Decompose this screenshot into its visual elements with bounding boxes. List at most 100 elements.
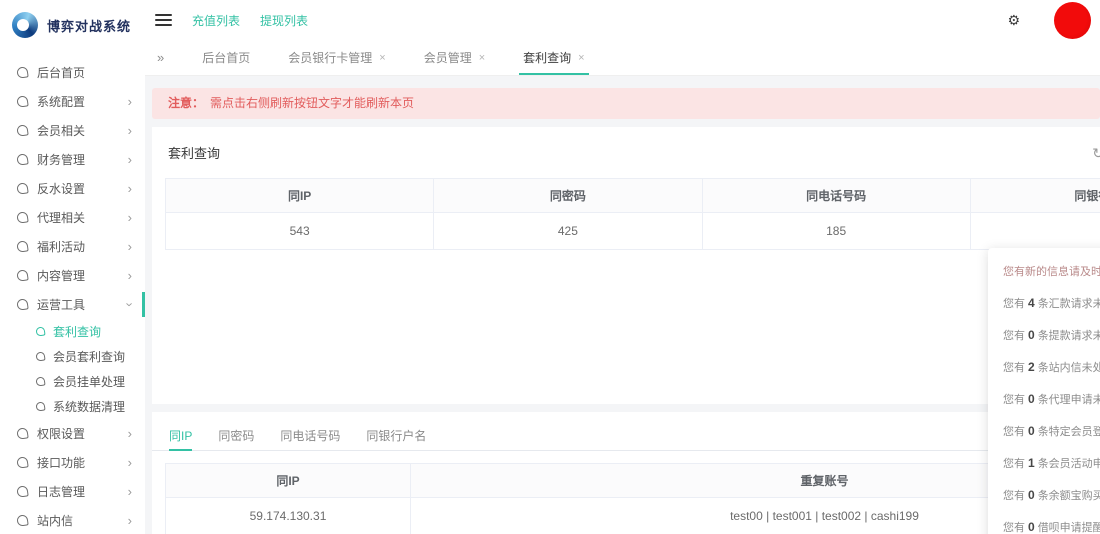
- sidebar-subitem-label: 会员挂单处理: [53, 373, 145, 390]
- bubble-icon: [16, 66, 28, 78]
- notification-item[interactable]: 您有0条余额宝购买提醒: [1003, 487, 1100, 503]
- tab-arbitrage-query[interactable]: 套利查询 ×: [523, 40, 584, 75]
- tab-scroll-icon[interactable]: »: [157, 50, 164, 65]
- notification-count: 0: [1028, 392, 1035, 406]
- tab-member-manage[interactable]: 会员管理 ×: [424, 40, 485, 75]
- sidebar-menu: 后台首页 系统配置 › 会员相关 › 财务管理 › 反水设置 ›: [0, 50, 145, 534]
- notification-count: 0: [1028, 488, 1035, 502]
- tab-label: 后台首页: [202, 49, 250, 66]
- table-row: 59.174.130.31 test00 | test001 | test002…: [166, 497, 1100, 534]
- close-icon[interactable]: ×: [479, 52, 485, 64]
- arbitrage-detail-card: 同IP 同密码 同电话号码 同银行户名 同IP 重复账号 59.174.130.…: [152, 412, 1100, 534]
- bubble-icon: [35, 326, 45, 336]
- sidebar-item-site-message[interactable]: 站内信 ›: [0, 506, 145, 534]
- sidebar-item-label: 内容管理: [37, 267, 128, 284]
- notification-header: 您有新的信息请及时处理: [1003, 263, 1100, 279]
- bubble-icon: [16, 240, 28, 252]
- detail-table-header-row: 同IP 重复账号: [166, 464, 1100, 497]
- bubble-icon: [35, 376, 45, 386]
- notice-banner: 注意：需点击右侧刷新按钮文字才能刷新本页: [152, 88, 1100, 119]
- sidebar-item-system-config[interactable]: 系统配置 ›: [0, 87, 145, 116]
- tab-dashboard[interactable]: 后台首页: [202, 40, 250, 75]
- chevron-right-icon: ›: [128, 485, 132, 498]
- tab-member-bankcard[interactable]: 会员银行卡管理 ×: [288, 40, 385, 75]
- sidebar-item-label: 日志管理: [37, 483, 128, 500]
- notification-item[interactable]: 您有4条汇款请求未处理: [1003, 295, 1100, 311]
- gear-icon[interactable]: ⚙: [1007, 13, 1020, 27]
- notification-item[interactable]: 您有0条提款请求未处理: [1003, 327, 1100, 343]
- sidebar-item-member-related[interactable]: 会员相关 ›: [0, 116, 145, 145]
- recharge-list-link[interactable]: 充值列表: [192, 12, 240, 29]
- chevron-right-icon: ›: [128, 124, 132, 137]
- avatar[interactable]: [1054, 2, 1091, 39]
- column-header-ip: 同IP: [166, 464, 411, 497]
- sidebar-item-finance[interactable]: 财务管理 ›: [0, 145, 145, 174]
- detail-tab-same-ip[interactable]: 同IP: [169, 420, 192, 450]
- sidebar-item-rebate[interactable]: 反水设置 ›: [0, 174, 145, 203]
- ip-cell: 59.174.130.31: [166, 498, 411, 534]
- sidebar-subitem-label: 会员套利查询: [53, 348, 145, 365]
- brand-logo-icon: [12, 12, 38, 38]
- sidebar-subitem-label: 套利查询: [53, 323, 145, 340]
- bubble-icon: [16, 427, 28, 439]
- brand-title: 博弈对战系统: [47, 16, 131, 35]
- notification-item[interactable]: 您有0条代理申请未处理: [1003, 391, 1100, 407]
- sidebar-item-label: 系统配置: [37, 93, 128, 110]
- sidebar-item-welfare[interactable]: 福利活动 ›: [0, 232, 145, 261]
- sidebar-item-permission[interactable]: 权限设置 ›: [0, 419, 145, 448]
- sidebar-item-operation-tools[interactable]: 运营工具 ›: [0, 290, 145, 319]
- bubble-icon: [16, 485, 28, 497]
- bubble-icon: [16, 456, 28, 468]
- notification-item[interactable]: 您有1条会员活动申请: [1003, 455, 1100, 471]
- chevron-right-icon: ›: [128, 456, 132, 469]
- bubble-icon: [16, 269, 28, 281]
- notice-prefix: 注意：: [168, 96, 204, 110]
- detail-tab-same-bank-name[interactable]: 同银行户名: [366, 420, 426, 450]
- chevron-down-icon: ›: [123, 302, 136, 306]
- sidebar-item-agent[interactable]: 代理相关 ›: [0, 203, 145, 232]
- chevron-right-icon: ›: [128, 182, 132, 195]
- detail-tab-same-phone[interactable]: 同电话号码: [280, 420, 340, 450]
- sidebar-subitem-member-order-handle[interactable]: 会员挂单处理: [0, 369, 145, 394]
- detail-table: 同IP 重复账号 59.174.130.31 test00 | test001 …: [165, 463, 1100, 534]
- chevron-right-icon: ›: [128, 95, 132, 108]
- close-icon[interactable]: ×: [578, 52, 584, 64]
- sidebar-item-label: 运营工具: [37, 296, 128, 313]
- summary-table: 同IP 同密码 同电话号码 同银行户名 543 425 185 0: [165, 178, 1100, 250]
- column-header: 同IP: [166, 179, 434, 212]
- notification-item[interactable]: 您有0条特定会员登录提醒: [1003, 423, 1100, 439]
- arbitrage-summary-card: 套利查询 ↻ 同IP 同密码 同电话号码 同银行户名 543 425 185 0: [152, 127, 1100, 404]
- brand: 博弈对战系统: [0, 0, 145, 50]
- sidebar-item-log[interactable]: 日志管理 ›: [0, 477, 145, 506]
- sidebar-item-label: 后台首页: [37, 64, 132, 81]
- notification-item[interactable]: 您有2条站内信未处理: [1003, 359, 1100, 375]
- notification-item[interactable]: 您有0借呗申请提醒: [1003, 519, 1100, 534]
- sidebar-item-label: 接口功能: [37, 454, 128, 471]
- detail-tab-same-password[interactable]: 同密码: [218, 420, 254, 450]
- sidebar-item-dashboard[interactable]: 后台首页: [0, 58, 145, 87]
- hamburger-menu-icon[interactable]: [155, 11, 172, 29]
- bubble-icon: [16, 514, 28, 526]
- summary-table-value-row: 543 425 185 0: [166, 212, 1100, 249]
- sidebar-item-api[interactable]: 接口功能 ›: [0, 448, 145, 477]
- sidebar-subitem-member-arbitrage-query[interactable]: 会员套利查询: [0, 344, 145, 369]
- bubble-icon: [35, 351, 45, 361]
- sidebar-item-label: 福利活动: [37, 238, 128, 255]
- sidebar-subitem-system-data-clean[interactable]: 系统数据清理: [0, 394, 145, 419]
- sidebar-subitem-arbitrage-query[interactable]: 套利查询: [0, 319, 145, 344]
- bubble-icon: [35, 401, 45, 411]
- close-icon[interactable]: ×: [379, 52, 385, 64]
- chevron-right-icon: ›: [128, 153, 132, 166]
- bubble-icon: [16, 298, 28, 310]
- bubble-icon: [16, 95, 28, 107]
- detail-tabs: 同IP 同密码 同电话号码 同银行户名: [152, 420, 1100, 451]
- sidebar-item-content[interactable]: 内容管理 ›: [0, 261, 145, 290]
- main-area: 充值列表 提现列表 ⚙ » 后台首页 会员银行卡管理 × 会员管理 × 套利查询…: [145, 0, 1100, 534]
- tabbar: » 后台首页 会员银行卡管理 × 会员管理 × 套利查询 ×: [145, 40, 1100, 76]
- notification-count: 0: [1028, 328, 1035, 342]
- sidebar-item-label: 会员相关: [37, 122, 128, 139]
- refresh-icon[interactable]: ↻: [1092, 145, 1100, 162]
- column-header: 同电话号码: [703, 179, 971, 212]
- bubble-icon: [16, 153, 28, 165]
- withdraw-list-link[interactable]: 提现列表: [260, 12, 308, 29]
